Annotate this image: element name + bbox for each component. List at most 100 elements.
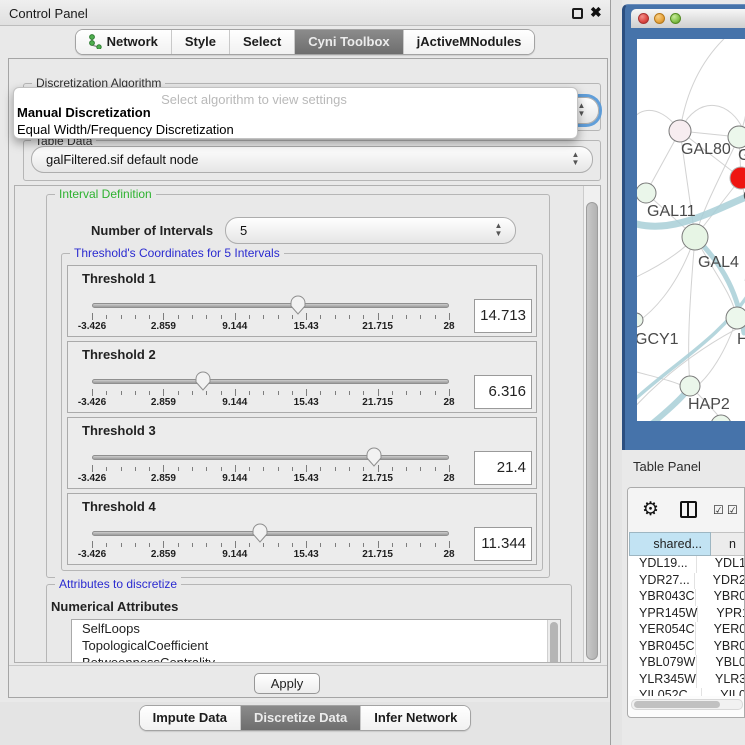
threshold-slider[interactable]: -3.4262.8599.14415.4321.71528	[92, 368, 449, 410]
network-node[interactable]	[669, 120, 691, 142]
cell-shared-name[interactable]: YER054C	[629, 622, 696, 639]
cell-name[interactable]: YLR3	[697, 672, 745, 689]
float-window-icon[interactable]	[572, 8, 583, 19]
table-row[interactable]: YDR27...YDR2	[629, 573, 745, 590]
slider-tick-label: 21.715	[362, 321, 393, 332]
tab-select[interactable]: Select	[229, 30, 294, 54]
attribute-list-item[interactable]: BetweennessCentrality	[72, 654, 560, 663]
network-node[interactable]	[682, 224, 708, 250]
tab-cyni-toolbox[interactable]: Cyni Toolbox	[294, 30, 402, 54]
threshold-slider[interactable]: -3.4262.8599.14415.4321.71528	[92, 444, 449, 486]
cell-name[interactable]: YBR0	[696, 589, 745, 606]
panel-title: Control Panel	[9, 6, 88, 21]
slider-track[interactable]	[92, 303, 449, 308]
network-canvas[interactable]: GAL80G.CGAL11GAL4GCY1HHAP2	[637, 39, 745, 421]
table-row[interactable]: YBR045CYBR0	[629, 639, 745, 656]
threshold-value-field[interactable]: 11.344	[474, 527, 532, 561]
network-window-titlebar[interactable]	[631, 9, 745, 28]
network-node[interactable]	[637, 183, 656, 203]
apply-button[interactable]: Apply	[254, 673, 320, 694]
cell-name[interactable]: YPR1	[698, 606, 745, 623]
network-node[interactable]	[711, 415, 731, 421]
slider-tick-label: 9.144	[222, 397, 247, 408]
slider-track[interactable]	[92, 379, 449, 384]
mac-zoom-icon[interactable]	[670, 13, 681, 24]
cell-shared-name[interactable]: YIL052C	[629, 688, 702, 696]
mac-minimize-icon[interactable]	[654, 13, 665, 24]
menu-item-equal-width-frequency[interactable]: Equal Width/Frequency Discretization	[17, 122, 234, 137]
table-hscrollbar[interactable]	[631, 699, 743, 710]
tab-network[interactable]: Network	[76, 30, 171, 54]
tab-jactivemnodules[interactable]: jActiveMNodules	[403, 30, 535, 54]
numerical-attributes-list[interactable]: SelfLoopsTopologicalCoefficientBetweenne…	[71, 619, 561, 663]
threshold-value-field[interactable]: 6.316	[474, 375, 532, 409]
threshold-value-field[interactable]: 21.4	[474, 451, 532, 485]
network-node[interactable]	[680, 376, 700, 396]
tab-infer-network[interactable]: Infer Network	[360, 706, 470, 730]
table-row[interactable]: YPR145WYPR1	[629, 606, 745, 623]
table-row[interactable]: YBL079WYBL0	[629, 655, 745, 672]
network-node[interactable]	[637, 313, 643, 327]
slider-tick-label: -3.426	[78, 321, 106, 332]
attribute-list-item[interactable]: SelfLoops	[72, 620, 560, 637]
combo-arrows-icon: ▲▼	[571, 151, 580, 167]
network-node[interactable]	[726, 307, 745, 329]
cell-name[interactable]: YDR2	[695, 573, 745, 590]
table-row[interactable]: YBR043CYBR0	[629, 589, 745, 606]
table-data-combo[interactable]: galFiltered.sif default node ▲▼	[31, 146, 593, 173]
slider-tick-label: 15.43	[294, 549, 319, 560]
tab-impute-data[interactable]: Impute Data	[140, 706, 240, 730]
attribute-list-item[interactable]: TopologicalCoefficient	[72, 637, 560, 654]
slider-tick-label: 15.43	[294, 473, 319, 484]
close-icon[interactable]: ✖	[590, 4, 602, 21]
list-scrollbar[interactable]	[547, 620, 560, 663]
tab-label: Cyni Toolbox	[308, 34, 389, 49]
checkbox-icon[interactable]: ☑	[713, 503, 724, 517]
attributes-group-title: Attributes to discretize	[55, 577, 181, 591]
cell-name[interactable]: YDL1	[697, 556, 745, 573]
network-view-window: GAL80G.CGAL11GAL4GCY1HHAP2	[622, 4, 745, 450]
menu-item-manual-discretization[interactable]: Manual Discretization	[17, 105, 151, 120]
control-panel-titlebar: Control Panel ✖	[0, 0, 610, 26]
table-row[interactable]: YER054CYER0	[629, 622, 745, 639]
threshold-label: Threshold 4	[82, 499, 156, 514]
settings-scrollbar[interactable]	[583, 186, 600, 662]
tab-label: Discretize Data	[254, 710, 347, 725]
list-scrollbar-thumb[interactable]	[550, 622, 558, 663]
settings-scrollbar-thumb[interactable]	[586, 202, 598, 660]
cell-shared-name[interactable]: YBL079W	[629, 655, 697, 672]
tab-discretize-data[interactable]: Discretize Data	[240, 706, 360, 730]
table-row[interactable]: YLR345WYLR3	[629, 672, 745, 689]
cell-shared-name[interactable]: YDL19...	[629, 556, 697, 573]
cell-shared-name[interactable]: YBR045C	[629, 639, 696, 656]
column-header-shared-name[interactable]: shared...	[629, 532, 711, 556]
split-column-icon[interactable]	[680, 501, 697, 518]
slider-track[interactable]	[92, 531, 449, 536]
cell-shared-name[interactable]: YLR345W	[629, 672, 697, 689]
table-row[interactable]: YIL052CYIL0	[629, 688, 745, 696]
cell-shared-name[interactable]: YDR27...	[629, 573, 695, 590]
threshold-value-field[interactable]: 14.713	[474, 299, 532, 333]
slider-tick-label: 28	[443, 321, 454, 332]
cell-shared-name[interactable]: YPR145W	[629, 606, 698, 623]
column-header-name[interactable]: n	[711, 532, 745, 556]
cell-shared-name[interactable]: YBR043C	[629, 589, 696, 606]
number-of-intervals-combo[interactable]: 5 ▲▼	[225, 217, 516, 244]
gear-icon[interactable]: ⚙	[642, 498, 659, 521]
checkbox-icon[interactable]: ☑	[727, 503, 738, 517]
network-node[interactable]	[730, 167, 745, 189]
threshold-slider[interactable]: -3.4262.8599.14415.4321.71528	[92, 520, 449, 562]
threshold-slider[interactable]: -3.4262.8599.14415.4321.71528	[92, 292, 449, 334]
cell-name[interactable]: YER0	[696, 622, 745, 639]
slider-track[interactable]	[92, 455, 449, 460]
tab-label: Infer Network	[374, 710, 457, 725]
slider-tick-label: -3.426	[78, 549, 106, 560]
panel-divider[interactable]	[610, 0, 622, 745]
table-hscrollbar-thumb[interactable]	[634, 701, 720, 708]
cell-name[interactable]: YBR0	[696, 639, 745, 656]
tab-style[interactable]: Style	[171, 30, 229, 54]
mac-close-icon[interactable]	[638, 13, 649, 24]
cell-name[interactable]: YBL0	[697, 655, 745, 672]
table-row[interactable]: YDL19...YDL1	[629, 556, 745, 573]
cell-name[interactable]: YIL0	[702, 688, 745, 696]
